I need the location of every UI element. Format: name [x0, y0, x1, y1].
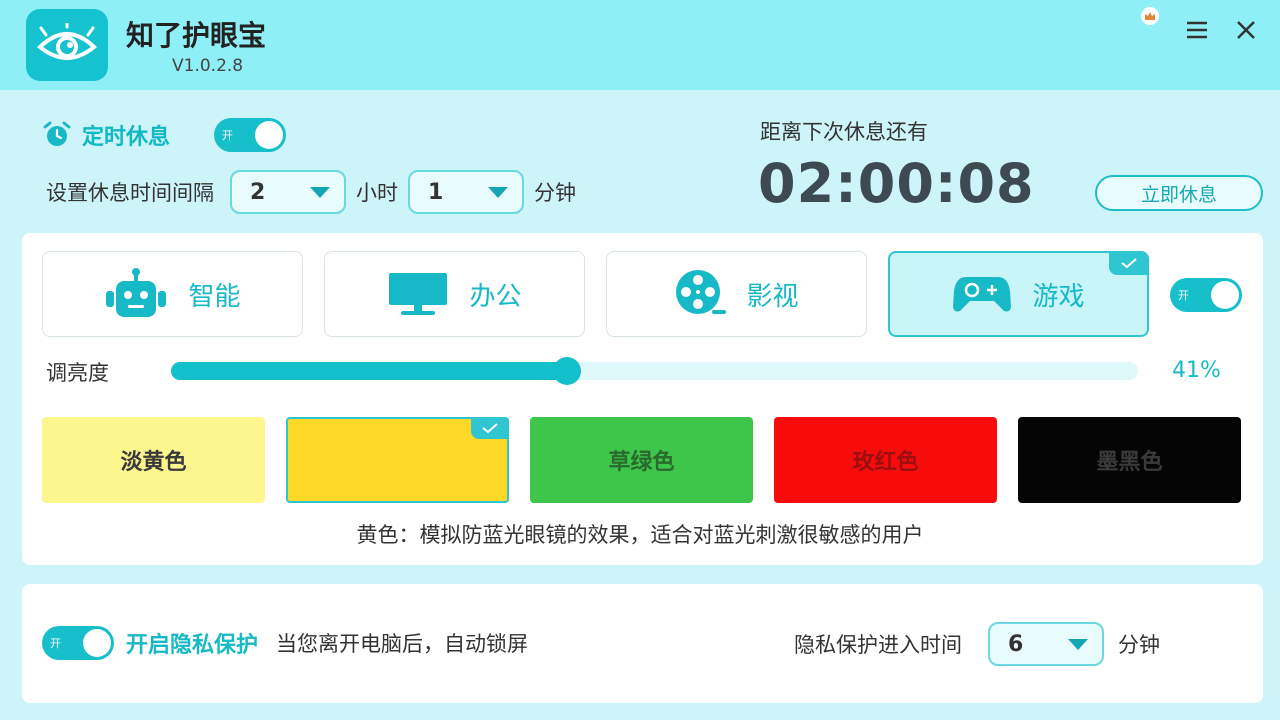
monitor-icon	[389, 273, 448, 315]
brightness-slider-fill	[171, 362, 567, 380]
chevron-down-icon	[310, 186, 330, 198]
mode-film[interactable]: 影视	[606, 251, 867, 337]
swatch-label: 玫红色	[852, 450, 919, 475]
mode-label: 影视	[746, 281, 799, 312]
toggle-on-label: 开	[222, 129, 234, 142]
toggle-on-label: 开	[50, 637, 61, 650]
close-icon[interactable]	[1232, 16, 1260, 44]
selected-check-icon	[471, 417, 509, 439]
privacy-description: 当您离开电脑后，自动锁屏	[276, 632, 529, 656]
mode-label: 游戏	[1032, 281, 1085, 312]
color-swatch-light-yellow[interactable]: 淡黄色	[42, 417, 265, 503]
mode-toggle[interactable]: 开	[1170, 278, 1242, 312]
privacy-time-row: 隐私保护进入时间 6 分钟	[794, 622, 1160, 666]
privacy-time-select[interactable]: 6	[988, 622, 1104, 666]
color-description: 黄色：模拟防蓝光眼镜的效果，适合对蓝光刺激很敏感的用户	[356, 523, 924, 547]
next-rest-label: 距离下次休息还有	[760, 120, 928, 144]
title-bar: 知了护眼宝 V1.0.2.8	[0, 0, 1280, 90]
privacy-toggle[interactable]: 开	[42, 626, 114, 660]
toggle-knob	[255, 121, 284, 149]
crown-icon[interactable]	[1141, 7, 1159, 25]
brightness-value: 41%	[1172, 358, 1221, 383]
privacy-title: 开启隐私保护	[126, 633, 259, 658]
hours-unit: 小时	[356, 181, 398, 205]
mode-label: 办公	[469, 281, 522, 312]
swatch-label: 淡黄色	[120, 450, 187, 475]
app-version: V1.0.2.8	[172, 56, 244, 76]
color-swatch-yellow[interactable]	[286, 417, 509, 503]
minutes-unit: 分钟	[534, 181, 576, 205]
brightness-slider[interactable]	[171, 357, 1138, 385]
alarm-clock-icon	[43, 121, 71, 146]
eye-icon	[36, 23, 98, 60]
robot-icon	[106, 268, 167, 317]
menu-icon[interactable]	[1183, 16, 1211, 44]
app-title: 知了护眼宝	[126, 19, 267, 52]
swatch-label: 墨黑色	[1096, 450, 1163, 475]
minutes-value: 1	[428, 179, 444, 205]
brightness-label: 调亮度	[46, 361, 109, 385]
toggle-knob	[1211, 281, 1239, 309]
color-swatch-rose-red[interactable]: 玫红色	[774, 417, 997, 503]
rest-now-button[interactable]: 立即休息	[1095, 175, 1263, 211]
gamepad-icon	[953, 277, 1012, 312]
toggle-knob	[83, 629, 111, 657]
brightness-slider-handle[interactable]	[553, 357, 581, 385]
privacy-time-value: 6	[1008, 631, 1024, 657]
countdown-timer: 02:00:08	[758, 152, 1035, 215]
interval-label: 设置休息时间间隔	[46, 181, 214, 205]
chevron-down-icon	[1068, 638, 1088, 650]
selected-check-icon	[1109, 251, 1149, 275]
swatch-label: 草绿色	[608, 450, 675, 475]
mode-label: 智能	[188, 281, 241, 312]
film-reel-icon	[676, 270, 727, 314]
toggle-on-label: 开	[1178, 289, 1189, 302]
rest-interval-row: 设置休息时间间隔 2 小时 1 分钟	[46, 170, 576, 214]
app-logo	[26, 9, 108, 81]
mode-smart[interactable]: 智能	[42, 251, 303, 337]
timed-rest-header: 定时休息 开	[42, 118, 287, 152]
chevron-down-icon	[488, 186, 508, 198]
color-swatch-ink-black[interactable]: 墨黑色	[1018, 417, 1241, 503]
privacy-time-label: 隐私保护进入时间	[794, 633, 962, 657]
mode-game[interactable]: 游戏	[888, 251, 1149, 337]
privacy-row: 开 开启隐私保护 当您离开电脑后，自动锁屏	[42, 626, 528, 660]
hours-select[interactable]: 2	[230, 170, 346, 214]
color-swatch-grass-green[interactable]: 草绿色	[530, 417, 753, 503]
minutes-select[interactable]: 1	[408, 170, 524, 214]
hours-value: 2	[250, 179, 266, 205]
privacy-time-unit: 分钟	[1118, 633, 1160, 657]
timed-rest-toggle[interactable]: 开	[214, 118, 287, 152]
timed-rest-title: 定时休息	[82, 125, 171, 150]
mode-office[interactable]: 办公	[324, 251, 585, 337]
